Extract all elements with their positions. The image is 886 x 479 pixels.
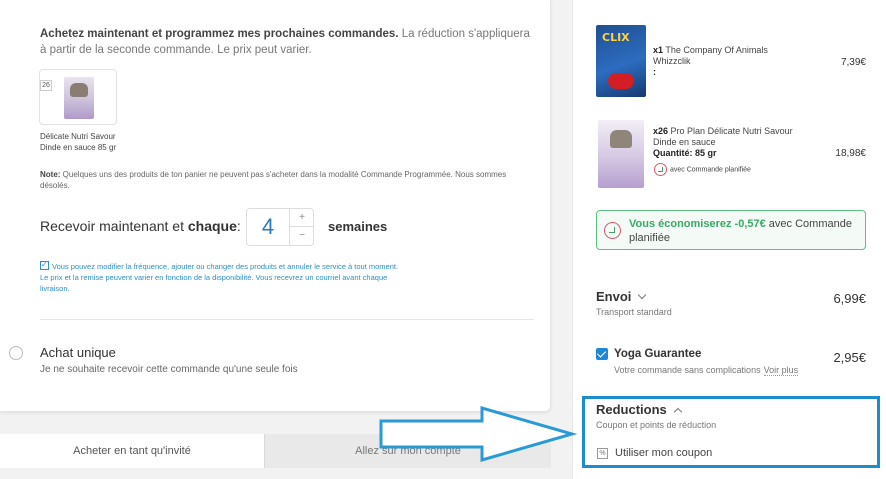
unique-purchase-subtitle: Je ne souhaite recevoir cette commande q… (40, 364, 298, 375)
recv-bold: chaque (187, 218, 237, 234)
frequency-value[interactable]: 4 (247, 209, 289, 245)
annotation-arrow-icon (379, 406, 578, 462)
cart-item-2-name: x26 Pro Plan Délicate Nutri Savour Dinde… (653, 126, 803, 159)
voir-plus-link[interactable]: Voir plus (763, 365, 799, 376)
chevron-up-icon[interactable] (673, 407, 683, 417)
shipping-subtitle: Transport standard (596, 307, 672, 317)
cart-item-2-price: 18,98€ (835, 148, 866, 159)
note-text: Quelques uns des produits de ton panier … (40, 170, 507, 190)
recv-colon: : (236, 218, 241, 234)
savings-amount: Vous économiserez -0,57€ (629, 218, 766, 230)
yoga-guarantee-price: 2,95€ (833, 350, 866, 365)
chevron-down-icon[interactable] (638, 290, 647, 300)
clix-product-image: CLIX (596, 25, 646, 97)
unique-purchase-radio[interactable] (9, 346, 23, 360)
tab-guest-checkout[interactable]: Acheter en tant qu'invité (0, 434, 264, 468)
schedule-icon (654, 163, 667, 176)
consent-checkbox[interactable]: Vous pouvez modifier la fréquence, ajout… (40, 259, 400, 294)
yoga-guarantee-title: Yoga Guarantee (614, 348, 702, 360)
checkbox-icon[interactable] (40, 259, 49, 270)
intro-bold: Achetez maintenant et programmez mes pro… (40, 28, 399, 40)
shipping-price: 6,99€ (833, 291, 866, 306)
subscription-intro: Achetez maintenant et programmez mes pro… (40, 26, 530, 58)
frequency-label: Recevoir maintenant et chaque: (40, 218, 241, 234)
cart-item-1-price: 7,39€ (840, 57, 866, 68)
cart-item-1-qty: x1 (653, 45, 664, 55)
clicker-image (608, 73, 634, 89)
frequency-stepper[interactable]: 4 + − (246, 208, 314, 246)
cart-item-2-qty: x26 (653, 126, 669, 136)
divider (40, 319, 534, 320)
yoga-subtitle-text: Votre commande sans complications (614, 365, 761, 375)
cart-item-1-title: The Company Of Animals Whizzclik (653, 45, 768, 66)
pro-plan-product-image (598, 120, 644, 188)
savings-banner: Vous économiserez -0,57€ avec Commande p… (596, 210, 866, 250)
decrement-button[interactable]: − (289, 227, 314, 245)
schedule-label: avec Commande planifiée (670, 166, 751, 174)
scheduled-order-tag: avec Commande planifiée (654, 163, 751, 176)
subscription-note: Note: Quelques uns des produits de ton p… (40, 169, 520, 191)
cart-item-1-name: x1 The Company Of Animals Whizzclik: (653, 45, 803, 78)
shipping-title: Envoi (596, 289, 632, 304)
cat-food-pack-image (64, 77, 94, 119)
reductions-toggle[interactable]: Reductions (596, 402, 683, 417)
cart-item-1-extra: : (653, 67, 656, 77)
subscription-card: Achetez maintenant et programmez mes pro… (0, 0, 551, 412)
consent-text: Vous pouvez modifier la fréquence, ajout… (40, 262, 399, 293)
reductions-title: Reductions (596, 402, 667, 417)
savings-icon (604, 222, 621, 239)
savings-text: Vous économiserez -0,57€ avec Commande p… (629, 217, 861, 245)
yoga-guarantee-checkbox[interactable] (596, 348, 608, 360)
percent-icon: % (597, 448, 608, 459)
weeks-label: semaines (328, 219, 388, 234)
product-thumbnail: 26 (39, 69, 117, 125)
clix-logo-text: CLIX (602, 31, 630, 44)
cart-item-2-quantity: Quantité: 85 gr (653, 148, 717, 158)
increment-button[interactable]: + (289, 209, 314, 227)
shipping-toggle[interactable]: Envoi (596, 289, 647, 304)
cart-item-2-title: Pro Plan Délicate Nutri Savour Dinde en … (653, 126, 793, 147)
use-coupon-link[interactable]: Utiliser mon coupon (615, 447, 712, 459)
recv-prefix: Recevoir maintenant et (40, 218, 188, 234)
thumbnail-qty: 26 (40, 80, 52, 91)
yoga-guarantee-subtitle: Votre commande sans complications Voir pl… (614, 365, 799, 376)
unique-purchase-title: Achat unique (40, 345, 116, 360)
thumbnail-caption: Délicate Nutri Savour Dinde en sauce 85 … (40, 132, 117, 152)
reductions-subtitle: Coupon et points de réduction (596, 420, 717, 430)
note-label: Note: (40, 170, 61, 179)
